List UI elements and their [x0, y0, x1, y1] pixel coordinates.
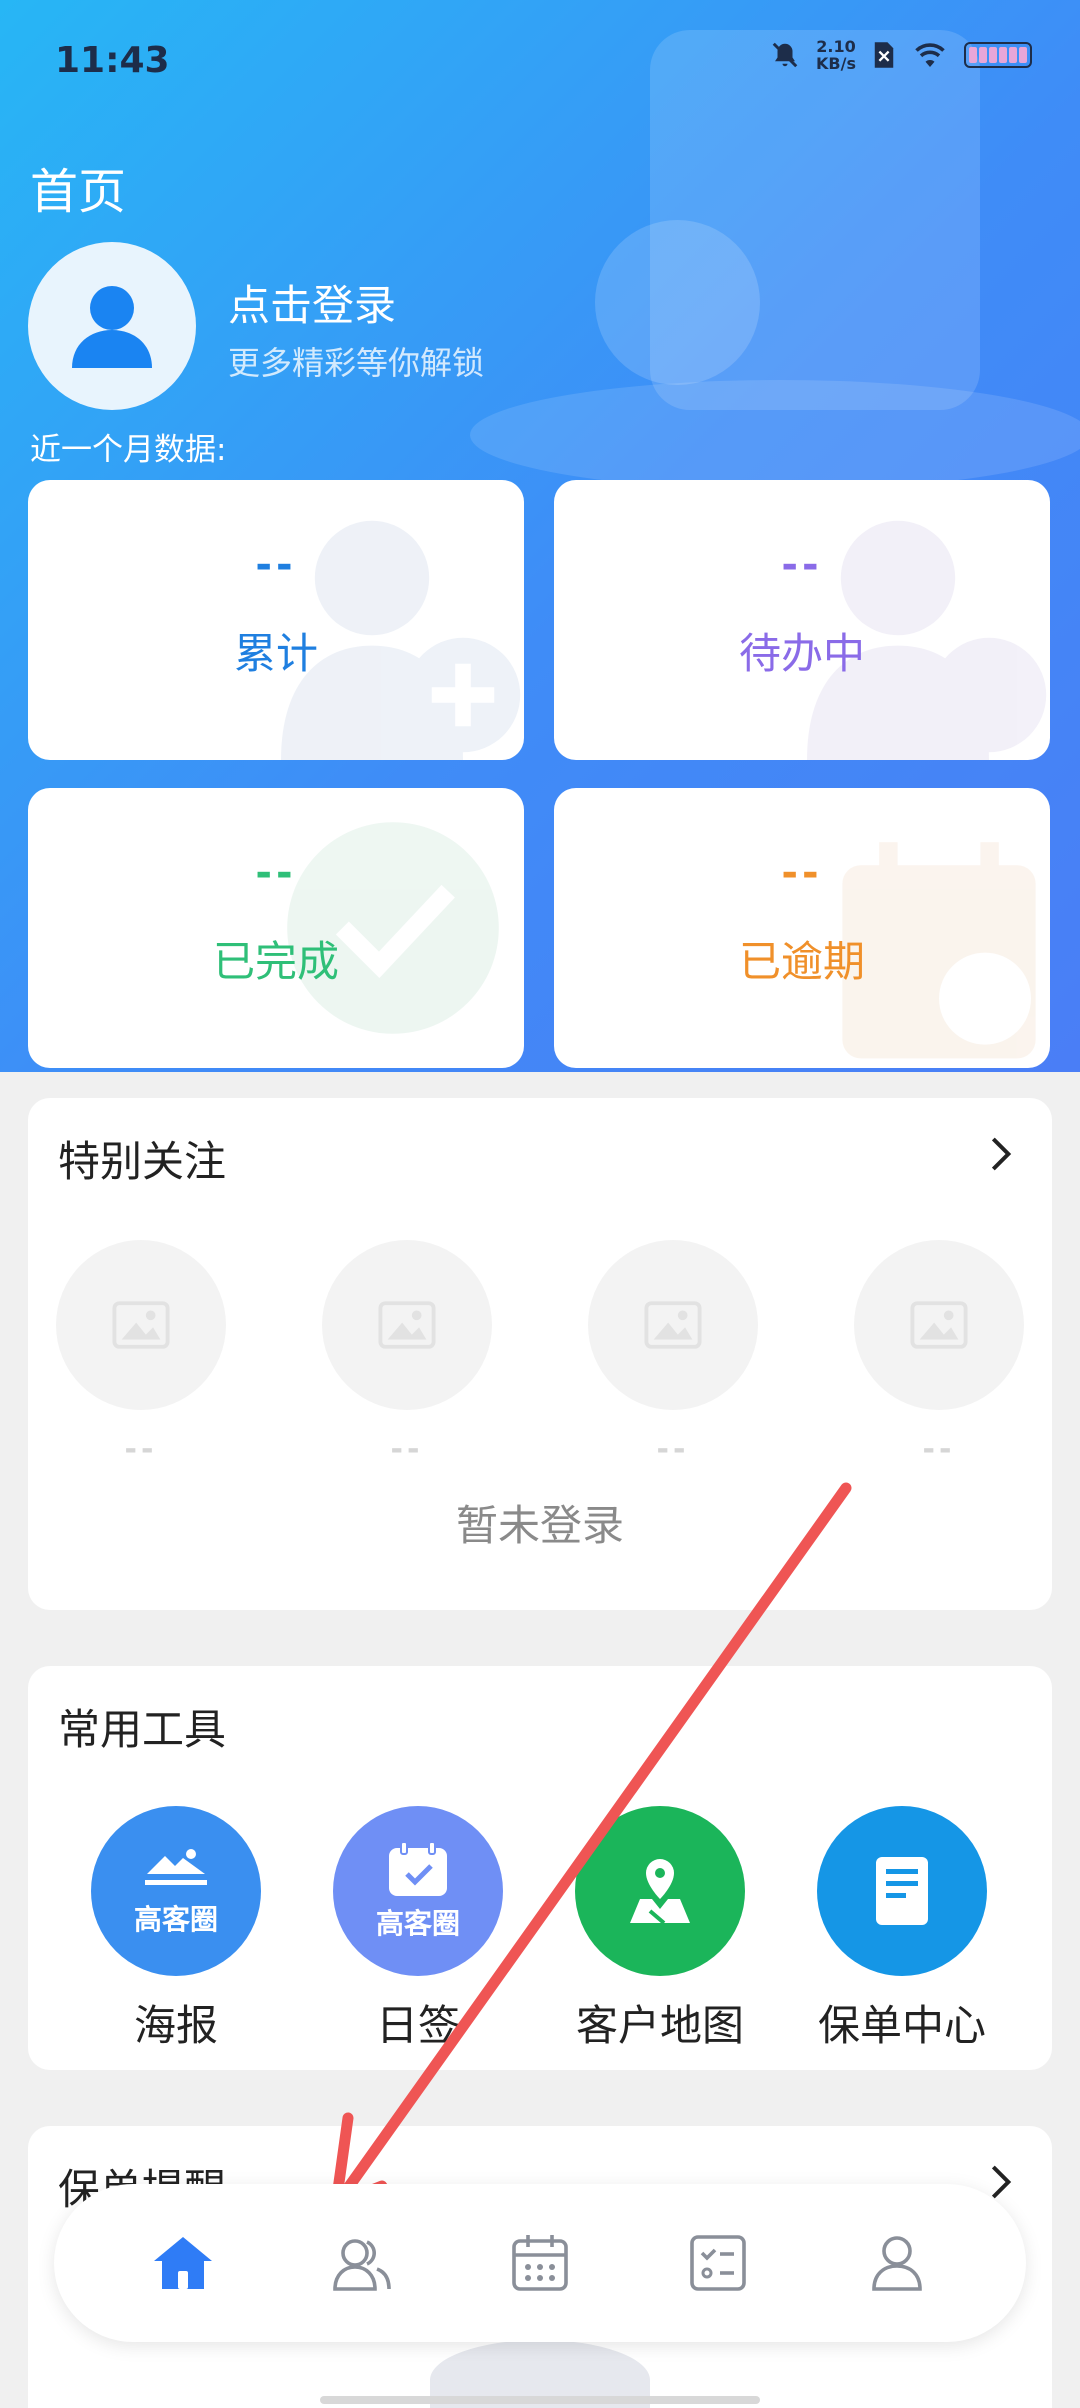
sim-off-icon — [874, 42, 894, 68]
status-icons: 2.10 KB/s — [770, 38, 1032, 72]
poster-circle: 高客圈 — [91, 1806, 261, 1976]
attention-item[interactable]: -- — [588, 1240, 758, 1467]
attention-name: -- — [390, 1432, 424, 1467]
tool-label: 海报 — [133, 2001, 218, 2050]
stat-pending-value: -- — [781, 542, 823, 588]
home-icon — [154, 2237, 213, 2289]
map-pin-icon — [630, 1859, 690, 1925]
battery-icon — [964, 42, 1032, 68]
tool-label: 客户地图 — [575, 2001, 744, 2050]
common-tools-panel: 常用工具 高客圈 海报 高客圈 日签 客户地图 保单中心 — [28, 1666, 1052, 2070]
image-placeholder — [854, 1240, 1024, 1410]
brand-logo-text: 高客圈 — [133, 1903, 218, 1936]
mute-icon — [772, 42, 798, 68]
not-logged-in-text: 暂未登录 — [455, 1501, 624, 1550]
network-speed: 2.10 KB/s — [816, 38, 856, 72]
image-icon — [378, 1301, 436, 1349]
tab-calendar[interactable] — [500, 2223, 580, 2303]
poster-icon — [145, 1849, 207, 1885]
login-subtitle: 更多精彩等你解锁 — [228, 344, 485, 382]
tab-home[interactable] — [143, 2223, 223, 2303]
tasks-icon — [690, 2235, 747, 2291]
image-icon — [910, 1301, 968, 1349]
attention-name: -- — [922, 1432, 956, 1467]
profile-icon — [871, 2236, 922, 2291]
home-indicator — [320, 2396, 760, 2404]
stat-total-value: -- — [255, 542, 297, 588]
stat-completed-label: 已完成 — [212, 937, 339, 986]
stat-total-label: 累计 — [233, 629, 318, 678]
image-placeholder — [56, 1240, 226, 1410]
attention-name: -- — [124, 1432, 158, 1467]
stat-pending-label: 待办中 — [738, 629, 865, 678]
attention-name: -- — [656, 1432, 690, 1467]
tool-customer-map[interactable]: 客户地图 — [560, 1806, 760, 2053]
network-speed-value: 2.10 — [816, 37, 856, 56]
tab-tasks[interactable] — [678, 2223, 758, 2303]
avatar[interactable] — [28, 242, 196, 410]
brand-logo-text: 高客圈 — [375, 1907, 460, 1940]
stat-card-completed[interactable]: -- 已完成 — [28, 788, 524, 1068]
chevron-right-icon[interactable] — [980, 1134, 1020, 1174]
tool-label: 日签 — [375, 2001, 460, 2050]
customers-icon — [332, 2239, 391, 2291]
special-attention-title: 特别关注 — [58, 1137, 227, 1186]
tool-label: 保单中心 — [817, 2001, 986, 2050]
tab-profile[interactable] — [857, 2223, 937, 2303]
magnifier-illustration — [595, 220, 760, 385]
special-attention-panel: 特别关注 -- -- -- -- 暂未登录 — [28, 1098, 1052, 1610]
user-avatar-icon — [72, 286, 152, 368]
attention-item[interactable]: -- — [854, 1240, 1024, 1467]
page-title: 首页 — [30, 164, 127, 220]
stat-card-overdue[interactable]: -- 已逾期 — [554, 788, 1050, 1068]
status-bar: 11:43 2.10 KB/s — [0, 0, 1080, 120]
pedestal-illustration — [470, 380, 1080, 490]
stat-completed-value: -- — [255, 850, 297, 896]
tool-policy-center[interactable]: 保单中心 — [802, 1806, 1002, 2053]
tool-poster[interactable]: 高客圈 海报 — [76, 1806, 276, 2053]
bottom-tab-bar — [54, 2184, 1026, 2342]
daily-sign-circle: 高客圈 — [333, 1806, 503, 1976]
stat-card-total[interactable]: -- 累计 — [28, 480, 524, 760]
attention-item[interactable]: -- — [322, 1240, 492, 1467]
calendar-icon — [512, 2235, 568, 2291]
image-placeholder — [322, 1240, 492, 1410]
stat-overdue-label: 已逾期 — [738, 937, 865, 986]
image-icon — [112, 1301, 170, 1349]
image-placeholder — [588, 1240, 758, 1410]
stat-card-pending[interactable]: -- 待办中 — [554, 480, 1050, 760]
status-time: 11:43 — [55, 40, 170, 81]
tool-daily-sign[interactable]: 高客圈 日签 — [318, 1806, 518, 2053]
calendar-check-icon — [389, 1841, 447, 1896]
policy-center-circle — [817, 1806, 987, 1976]
wifi-icon — [915, 43, 945, 67]
network-speed-unit: KB/s — [816, 54, 856, 73]
image-icon — [644, 1301, 702, 1349]
customer-map-circle — [575, 1806, 745, 1976]
policy-doc-icon — [876, 1857, 928, 1925]
tab-customers[interactable] — [322, 2223, 402, 2303]
attention-item[interactable]: -- — [56, 1240, 226, 1467]
login-link[interactable]: 点击登录 — [228, 272, 396, 333]
month-data-label: 近一个月数据: — [30, 432, 227, 468]
stat-overdue-value: -- — [781, 850, 823, 896]
common-tools-title: 常用工具 — [58, 1705, 227, 1754]
